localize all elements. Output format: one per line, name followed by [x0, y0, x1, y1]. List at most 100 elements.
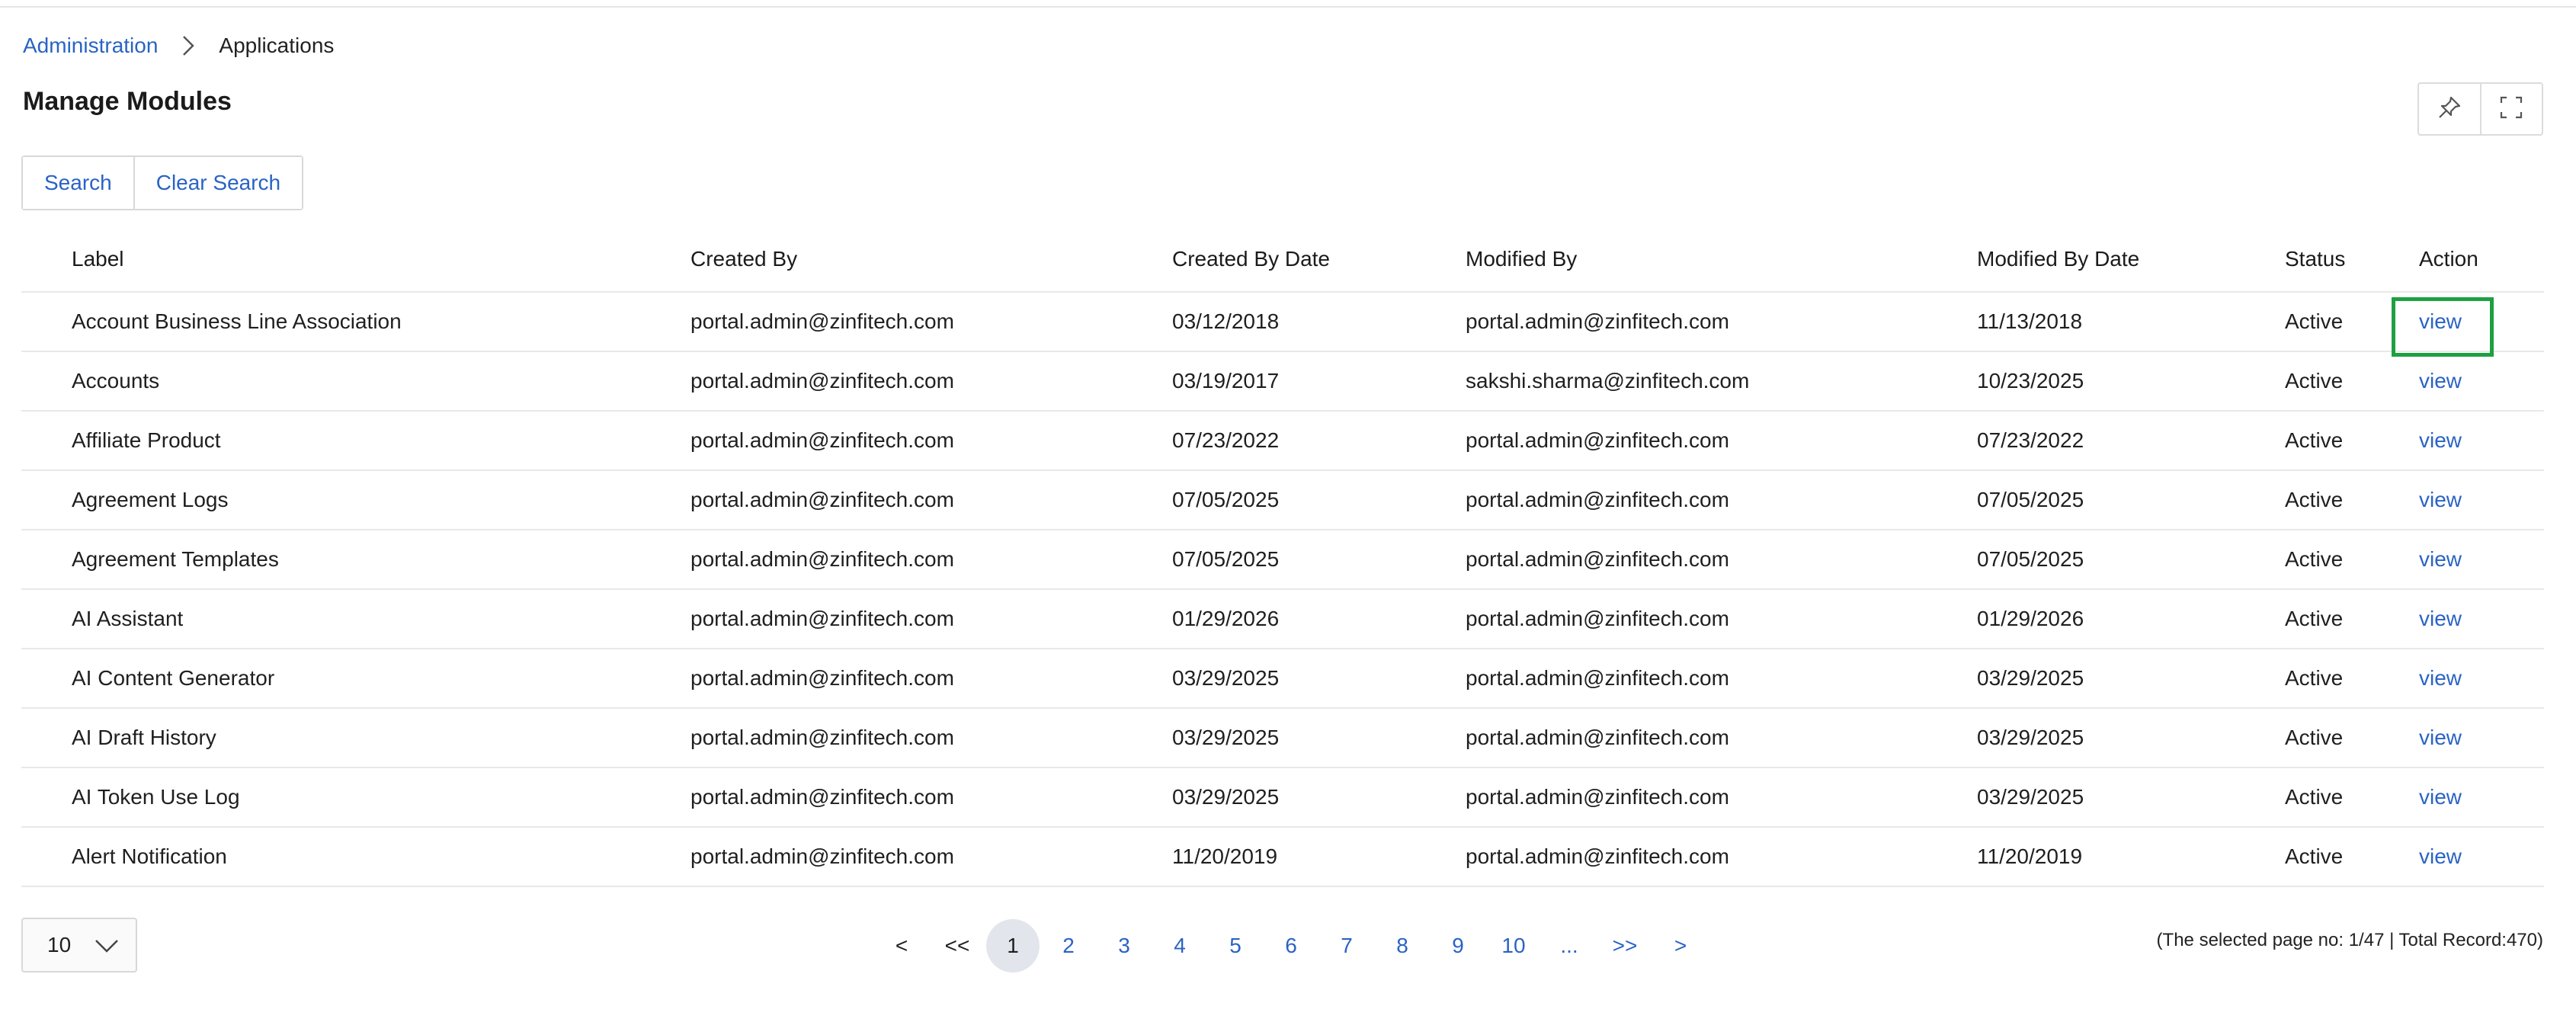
clear-search-button[interactable]: Clear Search	[133, 157, 303, 209]
cell-created-by: portal.admin@zinfitech.com	[690, 309, 954, 333]
cell-status: Active	[2285, 666, 2344, 690]
view-link[interactable]: view	[2419, 768, 2462, 826]
column-header-modified-by[interactable]: Modified By	[1466, 227, 1577, 291]
cell-created-date: 07/23/2022	[1172, 428, 1280, 452]
chevron-right-icon	[173, 30, 203, 61]
cell-modified-date: 07/05/2025	[1977, 488, 2084, 511]
cell-created-by: portal.admin@zinfitech.com	[690, 488, 954, 511]
cell-modified-by: portal.admin@zinfitech.com	[1466, 309, 1729, 333]
cell-modified-date: 11/13/2018	[1977, 309, 2083, 333]
last-page-button[interactable]: >>	[1598, 919, 1652, 973]
table-row: Affiliate Product portal.admin@zinfitech…	[21, 412, 2544, 471]
chevron-down-icon	[93, 933, 120, 964]
page-button-6[interactable]: 6	[1264, 919, 1318, 973]
table-row: AI Assistant portal.admin@zinfitech.com …	[21, 590, 2544, 649]
search-button[interactable]: Search	[23, 157, 133, 209]
page-button-1[interactable]: 1	[986, 919, 1040, 973]
column-header-action: Action	[2419, 247, 2478, 271]
view-link[interactable]: view	[2419, 352, 2462, 410]
view-link[interactable]: view	[2419, 709, 2462, 767]
prev-page-button[interactable]: <	[875, 919, 928, 973]
cell-created-date: 03/29/2025	[1172, 726, 1280, 749]
column-header-created-by[interactable]: Created By	[690, 227, 797, 291]
cell-label: Accounts	[72, 369, 160, 393]
cell-modified-date: 01/29/2026	[1977, 607, 2084, 630]
column-header-modified-by-date[interactable]: Modified By Date	[1977, 227, 2139, 291]
cell-created-date: 03/29/2025	[1172, 666, 1280, 690]
cell-modified-by: portal.admin@zinfitech.com	[1466, 726, 1729, 749]
cell-modified-by: sakshi.sharma@zinfitech.com	[1466, 369, 1750, 393]
cell-label: AI Content Generator	[72, 666, 275, 690]
cell-modified-date: 11/20/2019	[1977, 844, 2083, 868]
page-button-8[interactable]: 8	[1376, 919, 1429, 973]
cell-created-date: 07/05/2025	[1172, 488, 1280, 511]
cell-modified-date: 10/23/2025	[1977, 369, 2084, 393]
cell-modified-by: portal.admin@zinfitech.com	[1466, 607, 1729, 630]
view-link[interactable]: view	[2419, 530, 2462, 588]
table-row: Account Business Line Association portal…	[21, 293, 2544, 357]
column-header-created-by-date[interactable]: Created By Date	[1172, 227, 1330, 291]
cell-label: AI Token Use Log	[72, 785, 240, 809]
view-link[interactable]: view	[2419, 828, 2462, 886]
pagination: < << 1 2 3 4 5 6 7 8 9 10 ... >> >	[875, 919, 1709, 973]
page-button-9[interactable]: 9	[1431, 919, 1485, 973]
modules-table: Label Created By Created By Date Modifie…	[21, 227, 2544, 887]
cell-created-by: portal.admin@zinfitech.com	[690, 666, 954, 690]
table-row: AI Token Use Log portal.admin@zinfitech.…	[21, 768, 2544, 828]
page-button-7[interactable]: 7	[1320, 919, 1373, 973]
table-row: AI Content Generator portal.admin@zinfit…	[21, 649, 2544, 709]
cell-created-by: portal.admin@zinfitech.com	[690, 844, 954, 868]
page-button-10[interactable]: 10	[1487, 919, 1540, 973]
cell-created-date: 01/29/2026	[1172, 607, 1280, 630]
pin-button[interactable]	[2419, 84, 2480, 134]
breadcrumb: Administration Applications	[23, 30, 334, 61]
cell-modified-date: 03/29/2025	[1977, 726, 2084, 749]
cell-modified-by: portal.admin@zinfitech.com	[1466, 666, 1729, 690]
cell-created-date: 07/05/2025	[1172, 547, 1280, 571]
view-link[interactable]: view	[2419, 412, 2462, 469]
page-ellipsis[interactable]: ...	[1543, 919, 1596, 973]
view-link[interactable]: view	[2419, 471, 2462, 529]
column-header-label[interactable]: Label	[72, 227, 124, 291]
cell-created-by: portal.admin@zinfitech.com	[690, 726, 954, 749]
cell-status: Active	[2285, 607, 2344, 630]
cell-label: Affiliate Product	[72, 428, 221, 452]
next-page-button[interactable]: >	[1654, 919, 1707, 973]
cell-created-by: portal.admin@zinfitech.com	[690, 547, 954, 571]
cell-label: Agreement Logs	[72, 488, 229, 511]
cell-modified-by: portal.admin@zinfitech.com	[1466, 428, 1729, 452]
breadcrumb-administration-link[interactable]: Administration	[23, 34, 158, 58]
pin-icon	[2437, 95, 2462, 124]
page-size-select[interactable]: 10	[21, 918, 137, 973]
cell-created-by: portal.admin@zinfitech.com	[690, 369, 954, 393]
first-page-button[interactable]: <<	[931, 919, 984, 973]
page-button-2[interactable]: 2	[1042, 919, 1095, 973]
top-divider	[0, 0, 2576, 8]
view-link[interactable]: view	[2419, 649, 2462, 707]
cell-modified-date: 03/29/2025	[1977, 785, 2084, 809]
fullscreen-icon	[2498, 95, 2524, 124]
cell-modified-date: 03/29/2025	[1977, 666, 2084, 690]
cell-created-by: portal.admin@zinfitech.com	[690, 428, 954, 452]
column-header-status[interactable]: Status	[2285, 227, 2345, 291]
table-header-row: Label Created By Created By Date Modifie…	[21, 227, 2544, 293]
page-button-4[interactable]: 4	[1153, 919, 1206, 973]
cell-modified-date: 07/23/2022	[1977, 428, 2084, 452]
fullscreen-button[interactable]	[2479, 84, 2542, 134]
cell-status: Active	[2285, 547, 2344, 571]
table-row: Agreement Templates portal.admin@zinfite…	[21, 530, 2544, 590]
cell-modified-by: portal.admin@zinfitech.com	[1466, 844, 1729, 868]
view-link[interactable]: view	[2419, 590, 2462, 648]
pagination-info: (The selected page no: 1/47 | Total Reco…	[2156, 930, 2543, 950]
page-size-value: 10	[47, 933, 72, 956]
view-link[interactable]: view	[2419, 293, 2462, 351]
table-row: Accounts portal.admin@zinfitech.com 03/1…	[21, 352, 2544, 412]
cell-created-date: 03/29/2025	[1172, 785, 1280, 809]
cell-created-date: 11/20/2019	[1172, 844, 1278, 868]
breadcrumb-current: Applications	[219, 34, 335, 57]
page-button-3[interactable]: 3	[1097, 919, 1151, 973]
cell-created-by: portal.admin@zinfitech.com	[690, 785, 954, 809]
cell-modified-by: portal.admin@zinfitech.com	[1466, 488, 1729, 511]
table-row: Alert Notification portal.admin@zinfitec…	[21, 828, 2544, 887]
page-button-5[interactable]: 5	[1209, 919, 1262, 973]
